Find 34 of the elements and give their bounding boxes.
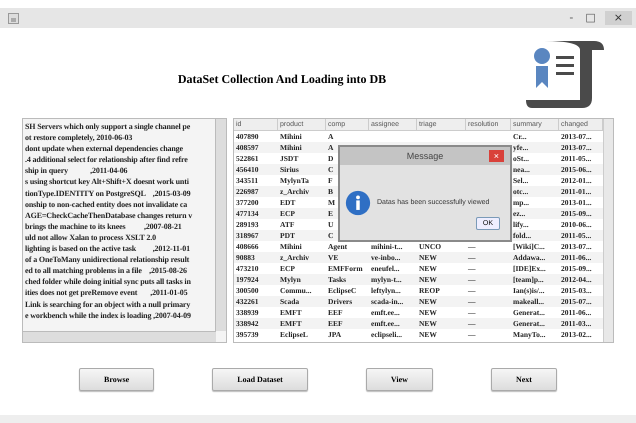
action-button[interactable]: Load Dataset <box>212 368 308 391</box>
log-line: e workbench while the index is loading ,2007-04-09 <box>25 310 191 321</box>
log-line: s using shortcut key Alt+Shift+X doesnt work unti <box>25 176 189 188</box>
log-line: of a OneToMany unidirectional relationship result <box>25 254 190 266</box>
app-icon <box>8 12 19 24</box>
log-line: Link is searching for an object with a null primary <box>25 298 190 310</box>
log-line: ot restore completely, 2010-06-03 <box>25 132 132 144</box>
minimize-button[interactable]: - <box>566 11 576 25</box>
log-line: AGE=CheckCacheThenDatabase changes return v <box>25 210 192 221</box>
horizontal-scrollbar[interactable] <box>23 331 216 342</box>
log-line: tionType.IDENTITY on PostgreSQL ,2015-03-09 <box>25 188 190 199</box>
action-button[interactable]: Next <box>490 368 557 391</box>
log-line: onship to non-cached entity does not invalidate ca <box>25 198 188 210</box>
log-line: uld not allow Xalan to process XSLT 2.0 <box>25 232 156 244</box>
action-button[interactable]: Browse <box>79 368 154 391</box>
log-line: SH Servers which only support a single channel pe <box>25 121 190 132</box>
log-line: ities does not get preRemove event ,2011-01-05 <box>25 287 188 298</box>
info-icon <box>345 190 371 216</box>
page-title: DataSet Collection And Loading into DB <box>178 72 386 86</box>
vertical-scrollbar[interactable] <box>215 119 226 331</box>
log-line: ship in query ,2011-04-06 <box>25 165 128 176</box>
action-button[interactable]: View <box>366 368 433 391</box>
log-line: ed to all matching problems in a file ,2015-08-26 <box>25 265 187 276</box>
log-line: .4 additional select for relationship after find refre <box>25 154 188 166</box>
text-area[interactable] <box>22 118 227 343</box>
log-line: dont update when external dependencies change <box>25 143 183 154</box>
dialog-title: Message <box>406 151 444 161</box>
log-line: brings the machine to its knees ,2007-08-21 <box>25 220 182 232</box>
close-button[interactable]: × <box>488 150 504 162</box>
close-button[interactable]: × <box>604 11 632 25</box>
vertical-scrollbar[interactable] <box>603 119 613 342</box>
maximize-button[interactable]: □ <box>582 11 599 25</box>
log-line: lighting is based on the active task ,2012-11-01 <box>25 243 190 254</box>
log-line: ched folder while doing initial sync puts all tasks in <box>25 276 191 288</box>
